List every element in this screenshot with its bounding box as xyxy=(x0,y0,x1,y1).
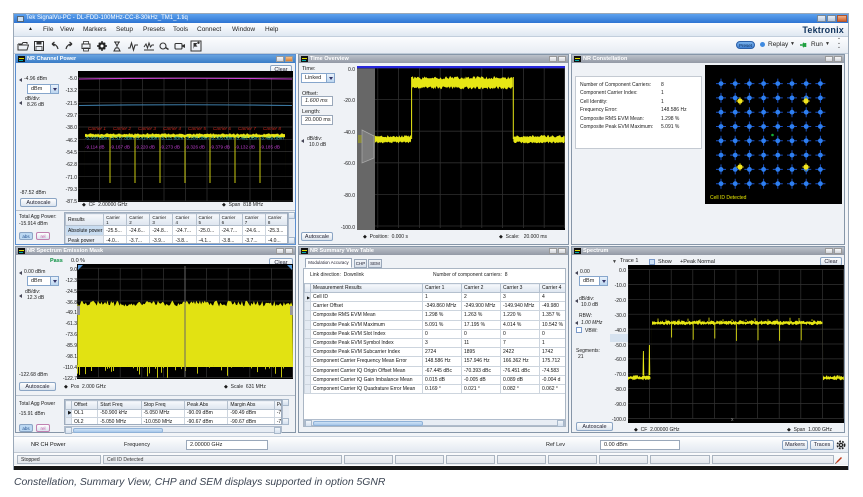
svg-text:Carrier 5: Carrier 5 xyxy=(188,126,206,131)
svg-text:-5.414 dBm: -5.414 dBm xyxy=(135,136,159,141)
svg-text:-9.326 dB: -9.326 dB xyxy=(185,145,205,150)
svg-text:-9.132 dB: -9.132 dB xyxy=(235,145,255,150)
svg-text:Carrier 8: Carrier 8 xyxy=(263,126,281,131)
svg-text:Carrier 3: Carrier 3 xyxy=(138,126,156,131)
svg-text:-5.317 dBm: -5.317 dBm xyxy=(110,136,134,141)
svg-text:-9.220 dB: -9.220 dB xyxy=(135,145,155,150)
svg-text:Carrier 4: Carrier 4 xyxy=(163,126,181,131)
svg-text:-5.111 dBm: -5.111 dBm xyxy=(160,136,183,141)
svg-text:-9.185 dB: -9.185 dB xyxy=(260,145,280,150)
svg-text:-5.220 dBm: -5.220 dBm xyxy=(85,136,109,141)
svg-text:-9.114 dB: -9.114 dB xyxy=(85,145,105,150)
svg-text:-5.305 dBm: -5.305 dBm xyxy=(210,136,234,141)
svg-text:-9.167 dB: -9.167 dB xyxy=(110,145,130,150)
svg-text:-9.379 dB: -9.379 dB xyxy=(210,145,230,150)
svg-text:Cell ID Detected: Cell ID Detected xyxy=(710,195,747,201)
svg-text:Carrier 7: Carrier 7 xyxy=(238,126,256,131)
svg-text:-5.402 dBm: -5.402 dBm xyxy=(235,136,259,141)
svg-text:-9.273 dB: -9.273 dB xyxy=(160,145,180,150)
svg-text:-5.208 dBm: -5.208 dBm xyxy=(185,136,209,141)
svg-text:Carrier 2: Carrier 2 xyxy=(113,126,131,131)
svg-text:Carrier 1: Carrier 1 xyxy=(88,126,106,131)
svg-text:Carrier 6: Carrier 6 xyxy=(213,126,231,131)
svg-text:-5.499 dBm: -5.499 dBm xyxy=(260,136,284,141)
